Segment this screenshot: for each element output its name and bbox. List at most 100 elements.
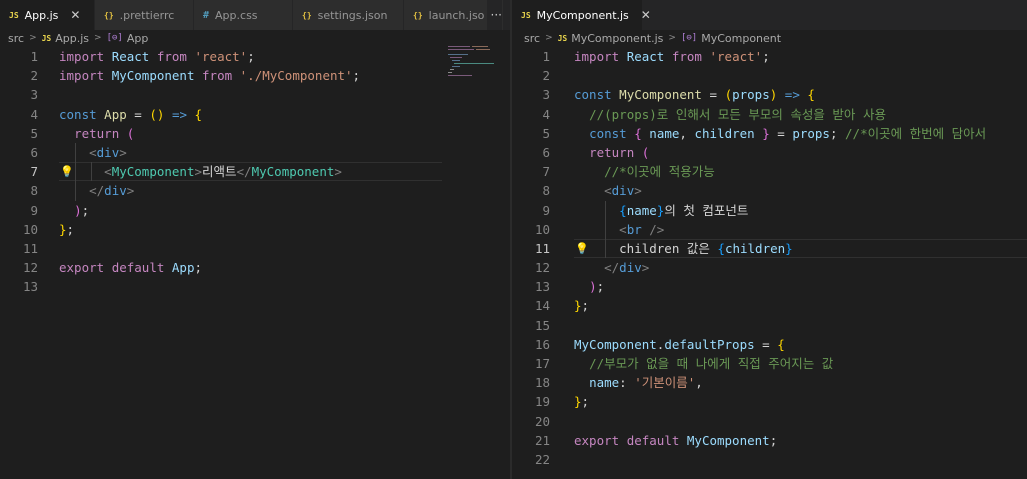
- right-tab-bar: JS MyComponent.js ✕: [512, 0, 1027, 30]
- code-editor-left[interactable]: 1 import React from 'react'; 2 import MyCo…: [0, 46, 510, 296]
- code-line: 13: [0, 277, 510, 296]
- code-line: 12 </div>: [512, 258, 1027, 277]
- code-line: 8 <div>: [512, 181, 1027, 200]
- code-line: 19};: [512, 392, 1027, 411]
- breadcrumb-file[interactable]: MyComponent.js: [571, 32, 663, 45]
- tab-label: App.js: [24, 8, 59, 22]
- line-number: 22: [534, 451, 550, 467]
- breadcrumb-folder[interactable]: src: [524, 32, 540, 45]
- breadcrumb-file[interactable]: App.js: [55, 32, 89, 45]
- line-number: 18: [534, 375, 550, 391]
- minimap[interactable]: [448, 46, 494, 76]
- line-number: 17: [534, 356, 550, 371]
- line-number: 9: [30, 202, 38, 218]
- js-file-icon: JS: [9, 10, 19, 20]
- line-number: 9: [542, 202, 550, 218]
- chevron-right-icon: >: [668, 33, 676, 43]
- line-number: 14: [534, 298, 550, 314]
- close-icon[interactable]: ✕: [70, 8, 80, 22]
- line-number: 7: [30, 164, 38, 180]
- left-tab-bar: JS App.js ✕ {} .prettierrc # App.css {} …: [0, 0, 510, 30]
- more-actions-icon[interactable]: ···: [486, 0, 502, 30]
- chevron-right-icon: >: [545, 33, 553, 43]
- line-number: 13: [22, 279, 38, 295]
- line-number: 2: [542, 68, 550, 84]
- code-line: 7 //*이곳에 적용가능: [512, 162, 1027, 181]
- right-editor-group: JS MyComponent.js ✕ src > JS MyComponent…: [512, 0, 1027, 479]
- tab-label: launch.jso: [428, 8, 485, 22]
- code-line: 17 //부모가 없을 때 나에게 직접 주어지는 값: [512, 354, 1027, 373]
- tab-app-css[interactable]: # App.css: [194, 0, 293, 30]
- line-number: 1: [30, 49, 38, 64]
- code-line: 1 import React from 'react';: [512, 47, 1027, 66]
- line-number: 6: [542, 144, 550, 160]
- line-number: 20: [534, 413, 550, 429]
- breadcrumb-folder[interactable]: src: [8, 32, 24, 45]
- code-line: 21 export default MyComponent;: [512, 431, 1027, 450]
- code-line-current: 11 💡 children 값은 {children}: [512, 238, 1027, 259]
- line-number: 13: [534, 279, 550, 295]
- json-file-icon: {}: [302, 10, 312, 20]
- tab-app-js[interactable]: JS App.js ✕: [0, 0, 95, 30]
- code-line: 1 import React from 'react';: [0, 47, 510, 66]
- line-number: 3: [542, 87, 550, 103]
- code-line: 5 const { name, children } = props; //*이…: [512, 124, 1027, 143]
- breadcrumb-symbol[interactable]: App: [127, 32, 149, 45]
- code-line: 11: [0, 239, 510, 258]
- code-line: 4 const App = () => {: [0, 105, 510, 124]
- breadcrumb-symbol[interactable]: MyComponent: [701, 32, 781, 45]
- line-number: 4: [542, 106, 550, 122]
- js-file-icon: JS: [41, 33, 52, 43]
- code-line-current: 7 💡 <MyComponent>리액트</MyComponent>: [0, 162, 510, 182]
- line-number: 21: [534, 432, 550, 448]
- code-line: 3 const MyComponent = (props) => {: [512, 85, 1027, 104]
- line-number: 19: [534, 394, 550, 410]
- line-number: 12: [22, 260, 38, 276]
- line-number: 16: [534, 336, 550, 352]
- chevron-right-icon: >: [94, 33, 102, 43]
- json-file-icon: {}: [104, 10, 114, 20]
- line-number: 7: [542, 164, 550, 180]
- left-editor-group: JS App.js ✕ {} .prettierrc # App.css {} …: [0, 0, 510, 479]
- symbol-variable-icon: [⊖]: [106, 33, 123, 43]
- code-line: 14};: [512, 296, 1027, 315]
- code-line: 2 import MyComponent from './MyComponent'…: [0, 66, 510, 85]
- close-icon[interactable]: ✕: [641, 8, 651, 22]
- json-file-icon: {}: [413, 10, 423, 20]
- code-line: 9 {name}의 첫 컴포넌트: [512, 200, 1027, 220]
- line-number: 8: [30, 183, 38, 199]
- code-line: 8 </div>: [0, 181, 510, 201]
- breadcrumb: src > JS MyComponent.js > [⊖] MyComponen…: [512, 30, 1027, 46]
- code-line: 16 MyComponent.defaultProps = {: [512, 335, 1027, 354]
- tab-prettierrc[interactable]: {} .prettierrc: [95, 0, 194, 30]
- code-line: 10};: [0, 220, 510, 239]
- code-line: 6 return (: [512, 143, 1027, 162]
- tab-label: settings.json: [317, 8, 388, 22]
- line-number: 11: [534, 240, 550, 256]
- line-number: 1: [542, 49, 550, 64]
- code-line: 2: [512, 66, 1027, 85]
- code-line: 6 <div>: [0, 142, 510, 163]
- chevron-right-icon: >: [29, 33, 37, 43]
- code-line: 20: [512, 412, 1027, 431]
- line-number: 8: [542, 183, 550, 199]
- line-number: 2: [30, 68, 38, 84]
- line-number: 15: [534, 317, 550, 333]
- code-line: 22: [512, 450, 1027, 469]
- code-editor-right[interactable]: 1 import React from 'react'; 2 3 const MyC…: [512, 46, 1027, 469]
- line-number: 11: [22, 240, 38, 256]
- js-file-icon: JS: [557, 33, 568, 43]
- tab-settings-json[interactable]: {} settings.json: [293, 0, 404, 30]
- code-line: 5 return (: [0, 124, 510, 143]
- code-line: 3: [0, 85, 510, 104]
- line-number: 5: [542, 125, 550, 141]
- css-file-icon: #: [203, 9, 210, 21]
- line-number: 10: [22, 221, 38, 237]
- line-number: 5: [30, 125, 38, 141]
- code-line: 9 );: [0, 201, 510, 220]
- breadcrumb: src > JS App.js > [⊖] App: [0, 30, 510, 46]
- code-line: 15: [512, 316, 1027, 335]
- line-number: 10: [534, 221, 550, 237]
- line-number: 4: [30, 106, 38, 122]
- tab-mycomponent-js[interactable]: JS MyComponent.js ✕: [512, 0, 651, 30]
